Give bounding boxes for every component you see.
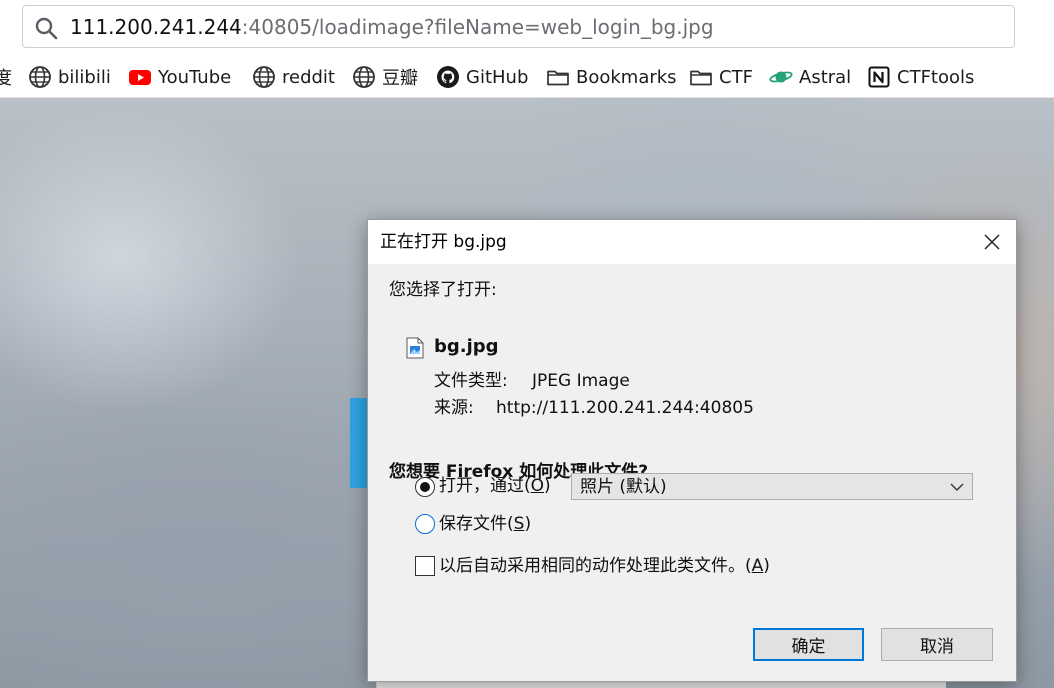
bookmark-folder-ctf[interactable]: CTF xyxy=(689,64,753,90)
bookmark-label: Bookmarks xyxy=(576,66,677,88)
bookmark-label: 豆瓣 xyxy=(382,68,418,89)
ok-button[interactable]: 确定 xyxy=(753,628,864,661)
bookmark-label: CTF xyxy=(719,66,753,88)
chevron-down-icon xyxy=(950,483,964,491)
bookmark-label: YouTube xyxy=(158,66,232,88)
open-with-text: 打开，通过 xyxy=(439,476,524,496)
youtube-icon xyxy=(128,65,152,89)
bookmark-youtube[interactable]: YouTube xyxy=(128,64,231,90)
bookmark-baidu[interactable]: 度 xyxy=(0,64,12,90)
globe-icon xyxy=(352,65,376,89)
open-file-dialog: 正在打开 bg.jpg 您选择了打开: bg.jpg 文件类型: JPEG Im… xyxy=(367,219,1017,682)
file-type-value: JPEG Image xyxy=(532,371,630,391)
url-path: :40805/loadimage?fileName=web_login_bg.j… xyxy=(241,15,714,39)
remember-choice-text: 以后自动采用相同的动作处理此类文件。 xyxy=(439,556,745,576)
save-file-text: 保存文件 xyxy=(439,514,507,534)
folder-icon xyxy=(546,65,570,89)
search-icon xyxy=(35,17,58,40)
close-button[interactable] xyxy=(968,220,1016,264)
bookmark-reddit[interactable]: reddit xyxy=(252,64,335,90)
dialog-body: 您选择了打开: bg.jpg 文件类型: JPEG Image 来源: http… xyxy=(368,264,1016,681)
url-host: 111.200.241.244 xyxy=(70,15,242,39)
dialog-intro: 您选择了打开: xyxy=(389,280,497,300)
remember-choice-checkbox[interactable] xyxy=(415,556,435,576)
globe-icon xyxy=(252,65,276,89)
bookmark-ctftools[interactable]: CTFtools xyxy=(867,64,974,90)
bookmark-folder-bookmarks[interactable]: Bookmarks xyxy=(546,64,677,90)
planet-icon xyxy=(769,65,793,89)
bookmark-label: 度 xyxy=(0,68,12,89)
open-with-app-value: 照片 (默认) xyxy=(580,477,667,497)
remember-choice-accesskey: A xyxy=(751,556,764,576)
navigation-toolbar: 111.200.241.244:40805/loadimage?fileName… xyxy=(0,0,1054,56)
image-file-icon xyxy=(406,337,424,359)
notion-icon xyxy=(867,65,891,89)
source-value: http://111.200.241.244:40805 xyxy=(496,398,754,418)
dialog-title: 正在打开 bg.jpg xyxy=(380,232,507,252)
github-icon xyxy=(436,65,460,89)
bookmark-github[interactable]: GitHub xyxy=(436,64,528,90)
bookmark-astral[interactable]: Astral xyxy=(769,64,851,90)
bookmark-douban[interactable]: 豆瓣 xyxy=(352,64,418,90)
source-label: 来源: xyxy=(434,398,474,418)
save-file-label[interactable]: 保存文件(S) xyxy=(439,513,531,535)
dialog-titlebar: 正在打开 bg.jpg xyxy=(368,220,1016,264)
file-type-label: 文件类型: xyxy=(434,371,508,391)
url-text[interactable]: 111.200.241.244:40805/loadimage?fileName… xyxy=(70,15,714,39)
cancel-button[interactable]: 取消 xyxy=(881,628,993,661)
open-with-app-select[interactable]: 照片 (默认) xyxy=(571,473,973,500)
open-with-radio[interactable] xyxy=(415,477,435,497)
save-file-accesskey: S xyxy=(513,514,525,534)
bookmark-bilibili[interactable]: bilibili xyxy=(28,64,111,90)
bookmark-label: reddit xyxy=(282,66,335,88)
close-icon xyxy=(984,234,1000,250)
url-bar[interactable]: 111.200.241.244:40805/loadimage?fileName… xyxy=(22,5,1015,48)
save-file-radio[interactable] xyxy=(415,514,435,534)
open-with-label[interactable]: 打开，通过(O) xyxy=(439,475,551,497)
remember-choice-label[interactable]: 以后自动采用相同的动作处理此类文件。(A) xyxy=(439,555,770,577)
open-with-accesskey: O xyxy=(530,476,545,496)
folder-icon xyxy=(689,65,713,89)
bookmark-label: bilibili xyxy=(58,66,111,88)
bookmark-label: Astral xyxy=(799,66,852,88)
bookmarks-toolbar: 度 bilibili YouTube reddit 豆瓣 GitHub Book… xyxy=(0,56,1054,98)
globe-icon xyxy=(28,65,52,89)
bookmark-label: GitHub xyxy=(466,66,529,88)
bookmark-label: CTFtools xyxy=(897,66,975,88)
file-name: bg.jpg xyxy=(434,336,499,357)
